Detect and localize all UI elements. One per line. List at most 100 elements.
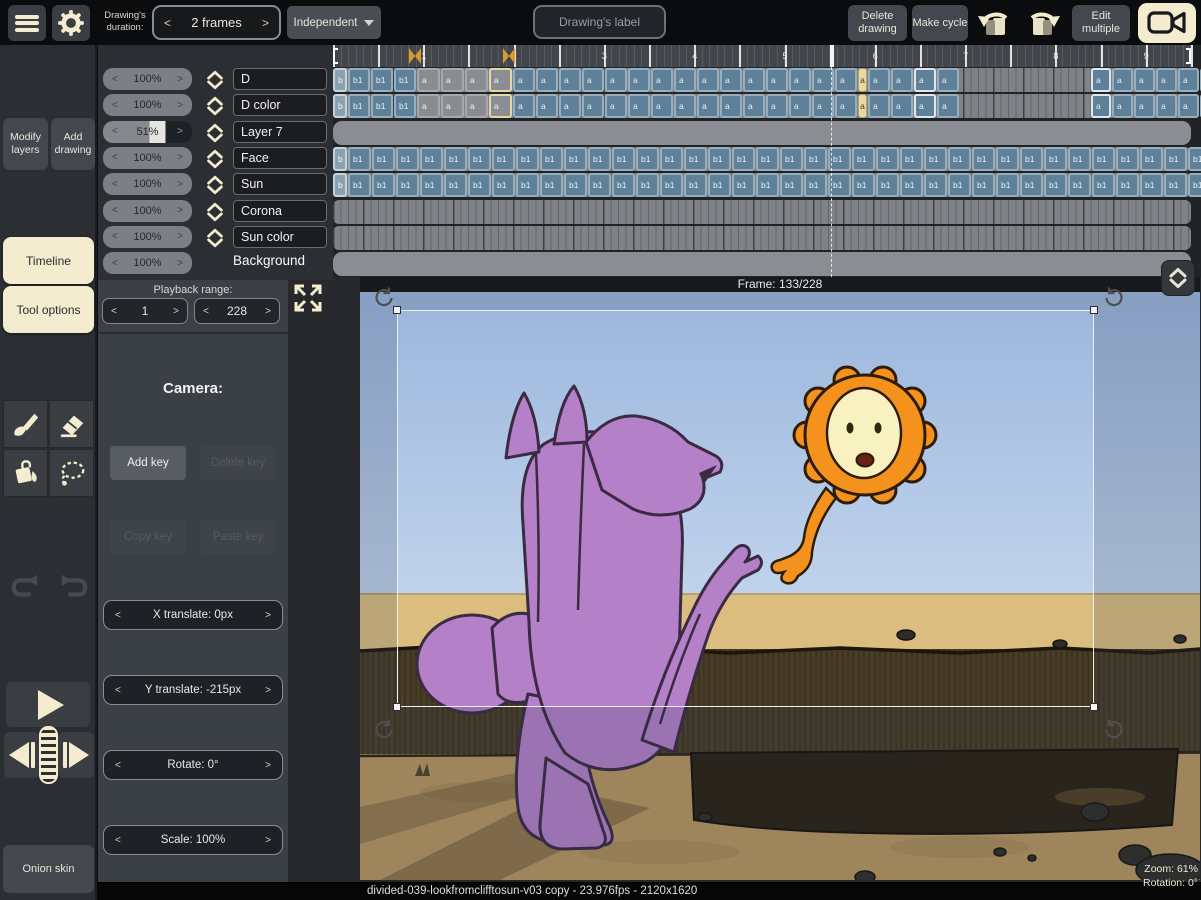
track-layer-7[interactable]	[333, 121, 1191, 145]
drawing-cell[interactable]: a	[1156, 68, 1177, 92]
drawing-cell[interactable]: a	[868, 68, 890, 92]
layer-reorder-button[interactable]	[201, 199, 229, 225]
increment-arrow[interactable]: >	[165, 306, 187, 317]
layer-reorder-button[interactable]	[201, 172, 229, 198]
layer-reorder-button[interactable]	[201, 93, 229, 119]
drawing-cell[interactable]: b1	[1068, 147, 1091, 171]
duration-decrement[interactable]: <	[154, 16, 181, 30]
drawing-cell[interactable]: b1	[588, 147, 611, 171]
layer-opacity-stepper[interactable]: <100%>	[103, 173, 192, 195]
layer-opacity-stepper[interactable]: <100%>	[103, 200, 192, 222]
increment-arrow[interactable]: >	[168, 100, 192, 111]
drawing-cell[interactable]: a	[743, 94, 765, 118]
drawing-cell[interactable]: a	[914, 68, 936, 92]
layer-name-background[interactable]: Background	[233, 253, 305, 268]
drawing-cell[interactable]: a	[697, 68, 719, 92]
drawing-cell[interactable]: b1	[804, 147, 827, 171]
drawing-cell[interactable]: b1	[996, 147, 1019, 171]
drawing-cell[interactable]: a	[559, 68, 581, 92]
playback-start-stepper[interactable]: < 1 >	[102, 298, 188, 324]
previous-frame-button[interactable]	[4, 732, 40, 778]
increment-arrow[interactable]: >	[168, 205, 192, 216]
layer-name-face[interactable]: Face	[233, 147, 327, 169]
drawing-cell[interactable]: b1	[996, 173, 1019, 197]
drawing-cell[interactable]: b1	[612, 147, 635, 171]
tab-timeline[interactable]: Timeline	[3, 237, 94, 284]
drawing-cell[interactable]: b1	[780, 147, 803, 171]
drawing-cell[interactable]: a	[1112, 94, 1133, 118]
cycle-marker-icon[interactable]	[503, 48, 515, 64]
rotate-icon-tl[interactable]	[372, 286, 396, 310]
drawing-cell[interactable]: b1	[444, 147, 467, 171]
drawing-cell[interactable]: b1	[756, 147, 779, 171]
increment-arrow[interactable]: >	[168, 258, 192, 269]
camera-frame-handle-br[interactable]	[1090, 703, 1098, 711]
drawing-cell[interactable]: b1	[396, 147, 419, 171]
drawing-cell[interactable]: a	[720, 68, 742, 92]
playhead[interactable]	[830, 45, 834, 67]
settings-button[interactable]	[52, 5, 90, 41]
increment-arrow[interactable]: >	[254, 610, 282, 621]
drawing-cell[interactable]: a	[766, 68, 788, 92]
increment-arrow[interactable]: >	[168, 74, 192, 85]
timeline-panel[interactable]: 123456789 bb1b1b1aaaaaaaaaaaaaaaaaaaaaaa…	[333, 45, 1201, 277]
cycle-marker-icon[interactable]	[409, 48, 421, 64]
drawing-cell[interactable]: b1	[972, 147, 995, 171]
brush-tool-button[interactable]	[3, 400, 48, 448]
drawing-cell[interactable]: b1	[924, 147, 947, 171]
drawing-cell[interactable]: b1	[948, 147, 971, 171]
layer-name-sun[interactable]: Sun	[233, 173, 327, 195]
drawing-cell[interactable]: b	[333, 173, 347, 197]
drawing-cell[interactable]: b1	[852, 173, 875, 197]
drawing-cell[interactable]: b1	[348, 94, 370, 118]
decrement-arrow[interactable]: <	[104, 760, 132, 771]
drawing-cell[interactable]: a	[489, 94, 512, 118]
decrement-arrow[interactable]: <	[103, 306, 125, 317]
drawing-cell[interactable]: a	[651, 68, 673, 92]
timeline-ruler[interactable]: 123456789	[333, 45, 1191, 67]
drawing-cell[interactable]: b1	[660, 147, 683, 171]
drawing-cell[interactable]: b	[333, 68, 347, 92]
layer-name-d-color[interactable]: D color	[233, 94, 327, 116]
drawing-cell[interactable]: a	[605, 94, 627, 118]
drawing-cell[interactable]: b1	[468, 173, 491, 197]
track-d-color[interactable]: bb1b1b1aaaaaaaaaaaaaaaaaaaaaaaaaaaaaa	[333, 94, 1191, 118]
drawing-cell[interactable]: a	[1156, 94, 1177, 118]
drawing-cell[interactable]: a	[582, 68, 604, 92]
drawing-cell[interactable]: a	[674, 68, 696, 92]
drawing-cell[interactable]: a	[1178, 94, 1199, 118]
drawing-cell[interactable]: a	[914, 94, 936, 118]
drawing-cell[interactable]: b1	[516, 147, 539, 171]
drawing-cell[interactable]: b1	[372, 173, 395, 197]
drawing-cell[interactable]: b1	[1044, 173, 1067, 197]
layer-reorder-button[interactable]	[201, 120, 229, 146]
drawing-cell[interactable]: b1	[876, 147, 899, 171]
camera-mode-button[interactable]	[1138, 3, 1196, 43]
drawing-cell[interactable]: a	[1178, 68, 1199, 92]
drawing-cell[interactable]: a	[1091, 68, 1111, 92]
drawing-cell[interactable]: a	[582, 94, 604, 118]
drawing-cell[interactable]: b1	[540, 173, 563, 197]
drawing-cell[interactable]: b1	[394, 94, 416, 118]
increment-arrow[interactable]: >	[257, 306, 279, 317]
drawing-cell[interactable]: a	[674, 94, 696, 118]
modify-layers-button[interactable]: Modify layers	[3, 118, 48, 170]
eraser-tool-button[interactable]	[49, 400, 94, 448]
drawing-cell[interactable]: a	[513, 68, 535, 92]
increment-arrow[interactable]: >	[254, 760, 282, 771]
play-button[interactable]	[6, 682, 90, 727]
drawing-cell[interactable]: b1	[371, 94, 393, 118]
onion-skin-button[interactable]: Onion skin	[3, 845, 94, 893]
drawing-cell[interactable]: a	[559, 94, 581, 118]
decrement-arrow[interactable]: <	[103, 205, 127, 216]
drawing-cell[interactable]: b1	[348, 173, 371, 197]
layer-opacity-stepper[interactable]: <100%>	[103, 226, 192, 248]
drawing-cell[interactable]: b1	[660, 173, 683, 197]
drawing-cell[interactable]: b1	[948, 173, 971, 197]
drawing-cell[interactable]: a	[628, 68, 650, 92]
decrement-arrow[interactable]: <	[104, 610, 132, 621]
rotate-icon-tr[interactable]	[1102, 286, 1126, 310]
increment-arrow[interactable]: >	[168, 231, 192, 242]
frame-scrub-wheel[interactable]	[39, 726, 58, 784]
drawing-cell[interactable]: a	[743, 68, 765, 92]
